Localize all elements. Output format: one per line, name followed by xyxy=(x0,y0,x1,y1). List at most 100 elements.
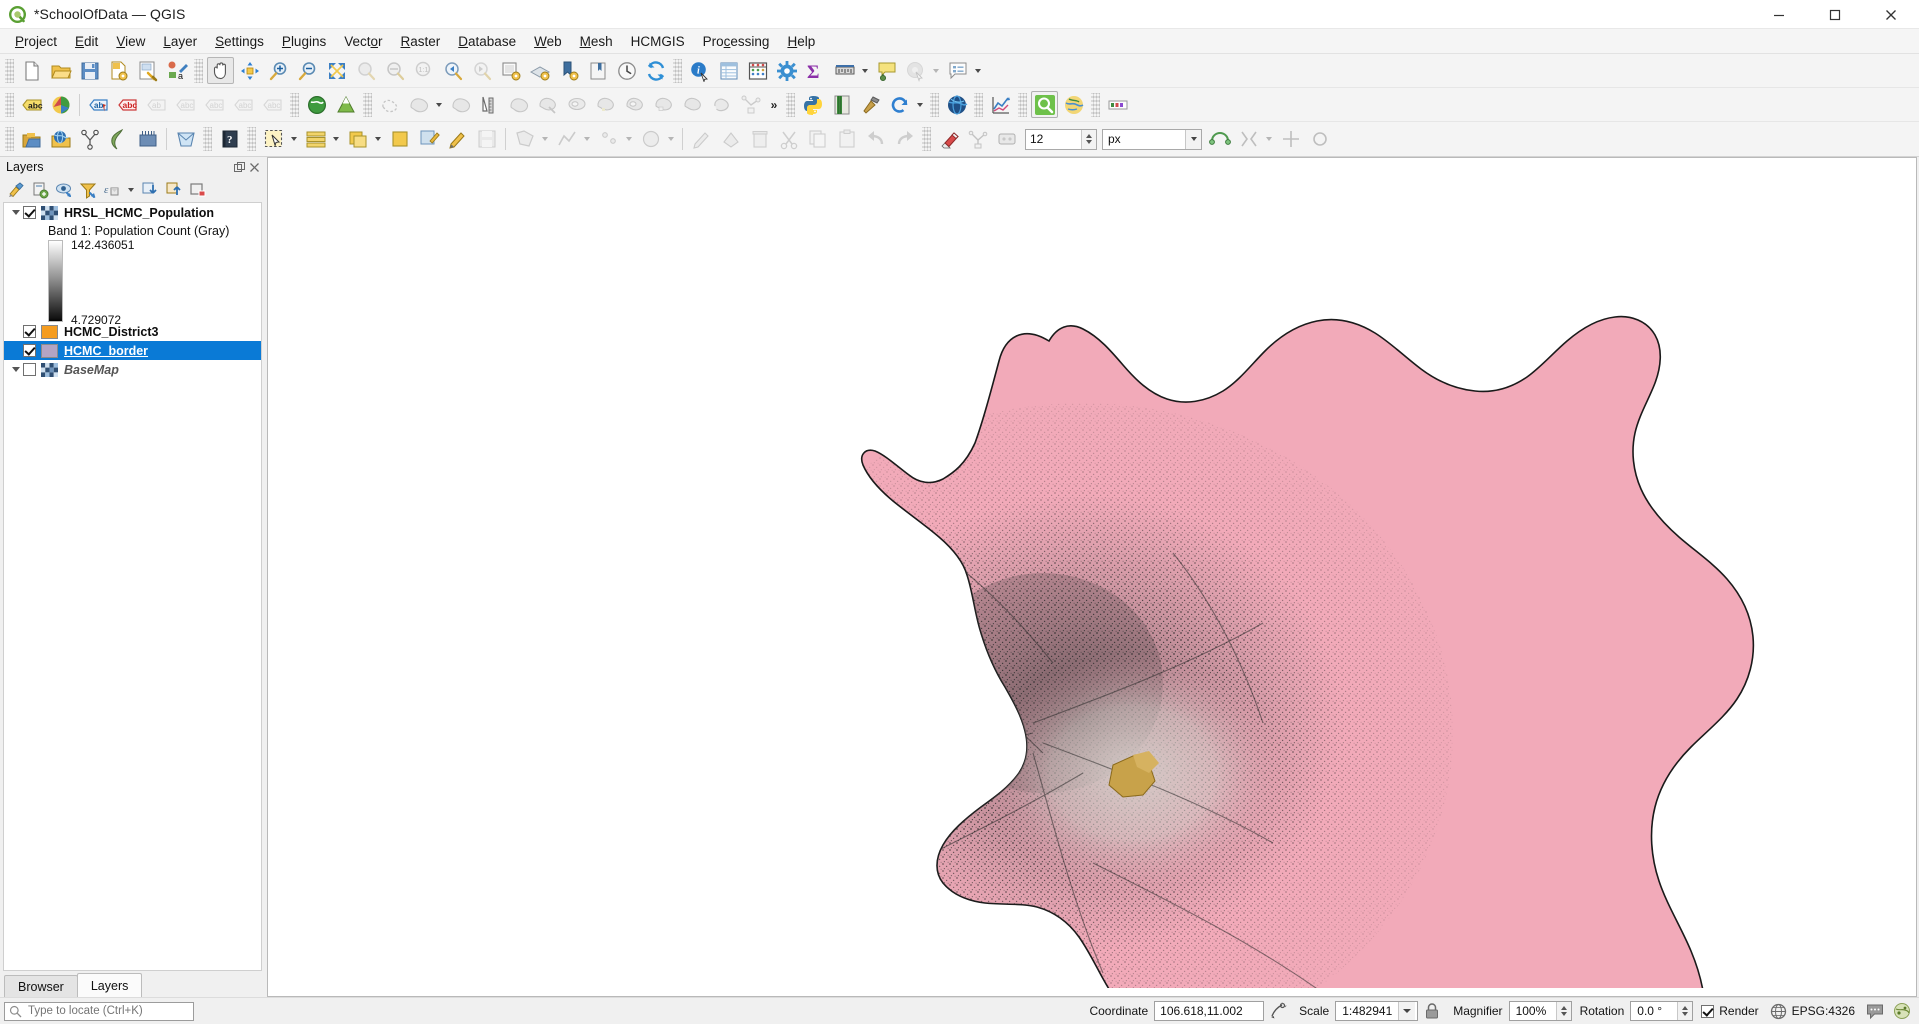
add-line-caret[interactable] xyxy=(581,126,592,153)
crs-label[interactable]: EPSG:4326 xyxy=(1792,1004,1855,1018)
layer-item-hcmc_border[interactable]: HCMC_border xyxy=(4,341,261,360)
maximize-button[interactable] xyxy=(1807,0,1863,29)
menu-processing[interactable]: Processing xyxy=(694,31,779,52)
toolbar-grip[interactable] xyxy=(290,92,299,117)
add-wms-layer-button[interactable] xyxy=(47,126,74,153)
zoom-full-button[interactable] xyxy=(323,57,350,84)
copy-features-button[interactable] xyxy=(804,126,831,153)
toolbar-grip[interactable] xyxy=(5,92,14,117)
zoom-out-button[interactable] xyxy=(294,57,321,84)
select-features-layer-caret[interactable] xyxy=(288,126,299,153)
zoom-in-button[interactable] xyxy=(265,57,292,84)
open-data-source-manager-button[interactable] xyxy=(18,126,45,153)
locator-bar[interactable] xyxy=(4,1001,194,1021)
magnifier-spinner[interactable]: 100% xyxy=(1508,1001,1572,1021)
panel-close-icon[interactable] xyxy=(248,161,261,174)
menu-project[interactable]: Project xyxy=(6,31,66,52)
select-polygon-button[interactable] xyxy=(447,91,474,118)
move-label-button[interactable]: abc xyxy=(172,91,199,118)
close-button[interactable] xyxy=(1863,0,1919,29)
modify-attributes-button[interactable] xyxy=(688,126,715,153)
snap-intersection-button[interactable] xyxy=(1277,126,1304,153)
layer-visibility-checkbox[interactable] xyxy=(23,325,36,338)
invert-selection-button[interactable] xyxy=(621,91,648,118)
layout-manager-button[interactable] xyxy=(944,57,971,84)
snap-tolerance-arrows[interactable] xyxy=(1081,129,1096,149)
snapping-options-caret[interactable] xyxy=(1263,126,1274,153)
add-mesh-layer-button[interactable] xyxy=(134,126,161,153)
pan-map-button[interactable] xyxy=(207,57,234,84)
rotate-label-button[interactable]: abc xyxy=(201,91,228,118)
new-print-layout-button[interactable] xyxy=(134,57,161,84)
toolbar-grip[interactable] xyxy=(786,92,795,117)
plugin-manager-button[interactable] xyxy=(828,91,855,118)
layer-item-basemap[interactable]: BaseMap xyxy=(4,360,261,379)
menu-raster[interactable]: Raster xyxy=(392,31,450,52)
terrain-profile-button[interactable] xyxy=(332,91,359,118)
minimize-button[interactable] xyxy=(1751,0,1807,29)
panel-tab-layers[interactable]: Layers xyxy=(76,973,143,997)
layer-tree[interactable]: HRSL_HCMC_Population Band 1: Population C… xyxy=(3,202,262,971)
select-all-features-button[interactable] xyxy=(650,91,677,118)
coordinate-field[interactable]: 106.618,11.002 xyxy=(1154,1001,1265,1021)
current-edits-button[interactable] xyxy=(444,126,471,153)
zoom-native-resolution-button[interactable]: 1:1 xyxy=(410,57,437,84)
toolbar-grip[interactable] xyxy=(5,58,14,83)
redo-button[interactable] xyxy=(891,126,918,153)
processing-history-caret[interactable] xyxy=(914,91,925,118)
add-line-feature-button[interactable] xyxy=(553,126,580,153)
add-raster-layer-button[interactable] xyxy=(105,126,132,153)
select-by-location-button[interactable] xyxy=(592,91,619,118)
measure-angle-button[interactable] xyxy=(476,91,503,118)
snap-self-button[interactable] xyxy=(1306,126,1333,153)
zoom-last-button[interactable] xyxy=(439,57,466,84)
add-polygon-feature-button[interactable] xyxy=(511,126,538,153)
menu-settings[interactable]: Settings xyxy=(206,31,273,52)
open-table-button[interactable] xyxy=(302,126,329,153)
refresh-button[interactable] xyxy=(642,57,669,84)
menu-mesh[interactable]: Mesh xyxy=(571,31,622,52)
undo-button[interactable] xyxy=(862,126,889,153)
collapse-all-button[interactable] xyxy=(163,179,185,200)
georeferencer-button[interactable] xyxy=(303,91,330,118)
add-circle-caret[interactable] xyxy=(665,126,676,153)
pin-labels-button[interactable]: ab xyxy=(85,91,112,118)
menu-hcmgis[interactable]: HCMGIS xyxy=(622,31,694,52)
options-gear-button[interactable] xyxy=(773,57,800,84)
menu-plugins[interactable]: Plugins xyxy=(273,31,335,52)
select-features-button[interactable] xyxy=(405,91,432,118)
locator-input[interactable] xyxy=(26,1004,193,1018)
layer-visibility-checkbox[interactable] xyxy=(23,344,36,357)
eraser-button[interactable] xyxy=(935,126,962,153)
rotation-arrows[interactable] xyxy=(1677,1002,1693,1020)
menu-edit[interactable]: Edit xyxy=(66,31,107,52)
layer-visibility-checkbox[interactable] xyxy=(23,206,36,219)
change-label-button[interactable]: abc xyxy=(230,91,257,118)
render-checkbox[interactable] xyxy=(1701,1004,1715,1018)
toolbar-overflow-button[interactable]: » xyxy=(765,91,783,118)
toolbar-grip[interactable] xyxy=(247,127,256,151)
layer-labeling-button[interactable]: abc xyxy=(18,91,45,118)
processing-history-button[interactable] xyxy=(886,91,913,118)
delete-selected-button[interactable] xyxy=(746,126,773,153)
snap-units-combo[interactable]: px xyxy=(1102,128,1202,150)
add-vector-layer-button[interactable] xyxy=(76,126,103,153)
deselect-features-button[interactable] xyxy=(505,91,532,118)
temporal-controller-button[interactable] xyxy=(613,57,640,84)
new-bookmark-button[interactable] xyxy=(584,57,611,84)
zoom-to-selection-button[interactable] xyxy=(352,57,379,84)
advanced-snapping-button[interactable] xyxy=(1206,126,1233,153)
toolbar-grip[interactable] xyxy=(974,92,983,117)
menu-layer[interactable]: Layer xyxy=(154,31,206,52)
rotation-spinner[interactable]: 0.0 ° xyxy=(1630,1001,1694,1021)
select-freehand-button[interactable] xyxy=(376,91,403,118)
map-canvas[interactable] xyxy=(267,157,1917,997)
paste-features-button[interactable] xyxy=(833,126,860,153)
add-polygon-caret[interactable] xyxy=(539,126,550,153)
measure-line-button[interactable] xyxy=(831,57,858,84)
pan-to-selection-button[interactable] xyxy=(236,57,263,84)
cut-features-button[interactable] xyxy=(775,126,802,153)
metasearch-button[interactable] xyxy=(943,91,970,118)
topological-editing-button[interactable] xyxy=(964,126,991,153)
menu-view[interactable]: View xyxy=(107,31,154,52)
